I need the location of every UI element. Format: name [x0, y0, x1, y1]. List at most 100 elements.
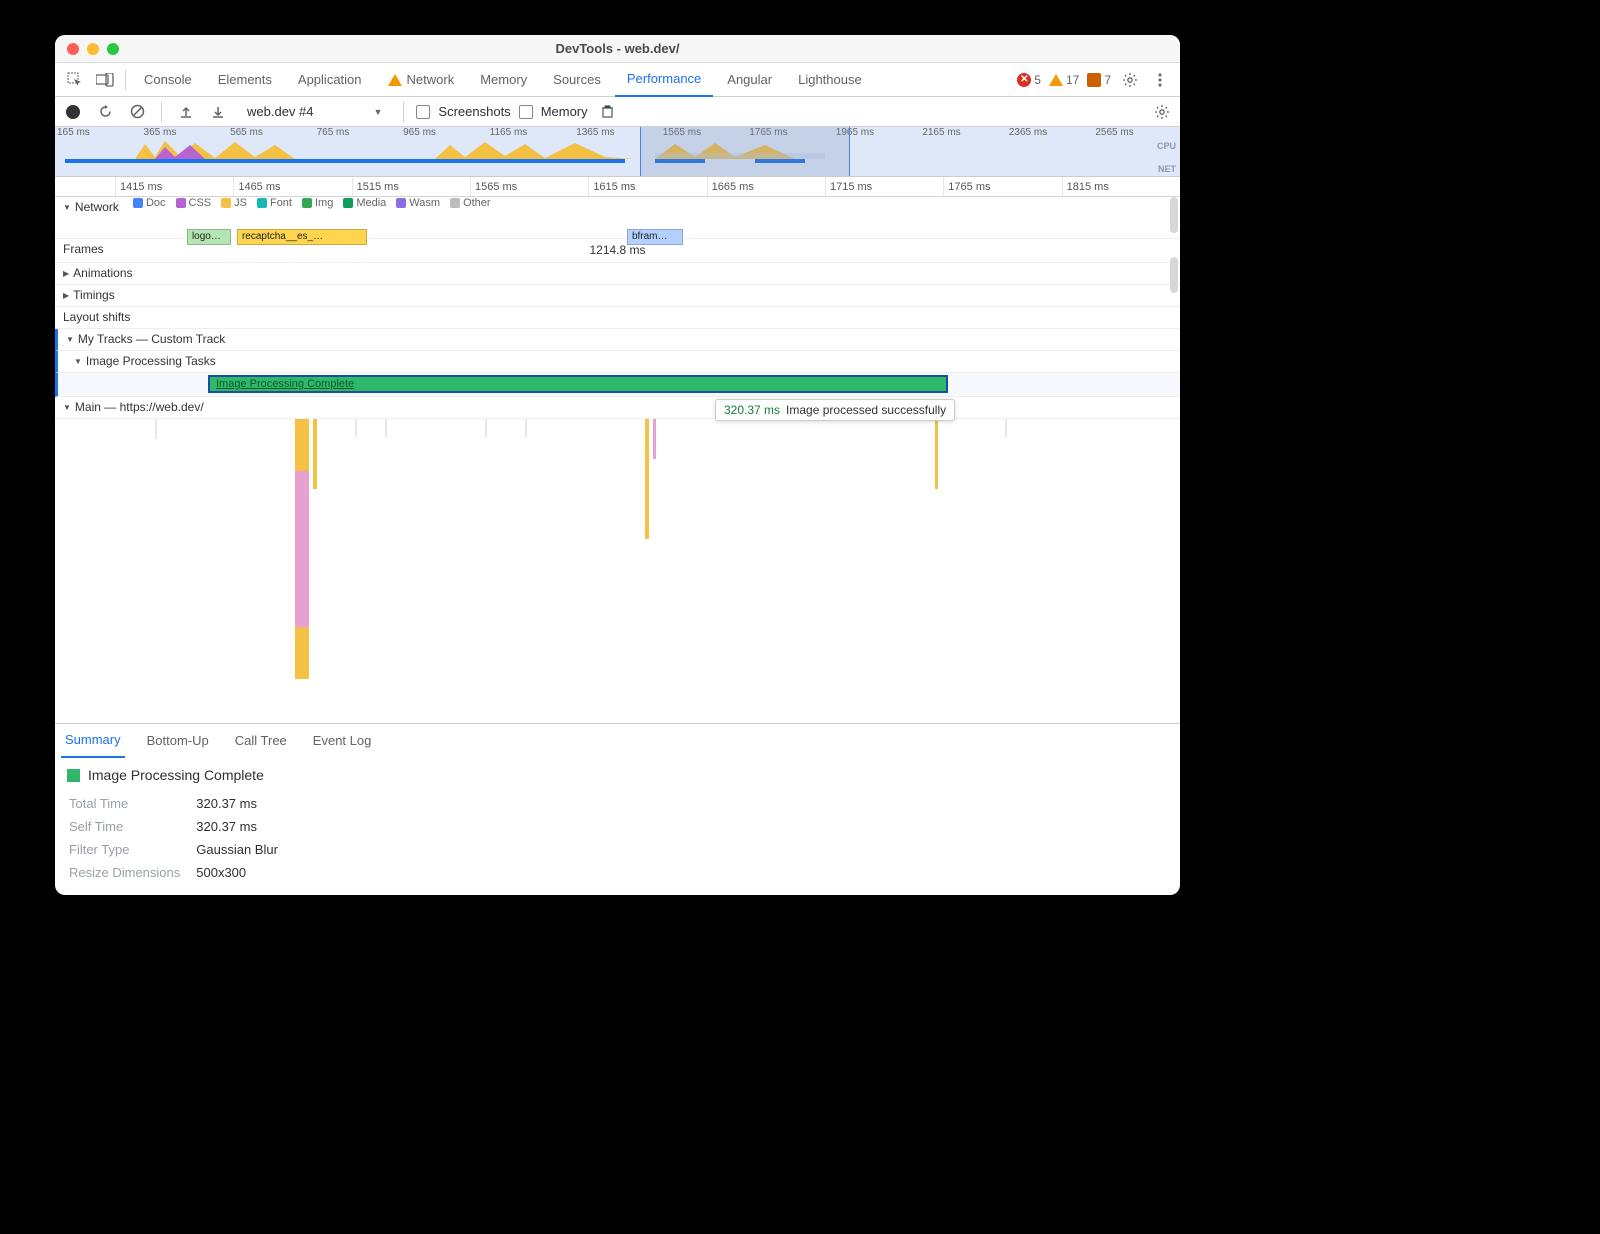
perf-toolbar: web.dev #4▼ Screenshots Memory	[55, 97, 1180, 127]
tab-calltree[interactable]: Call Tree	[231, 724, 291, 758]
track-name: Timings	[73, 288, 115, 302]
legend-label: Media	[356, 197, 386, 209]
layout-shifts-track[interactable]: Layout shifts	[55, 307, 1180, 329]
profile-select[interactable]: web.dev #4▼	[238, 103, 391, 120]
summary-value: 320.37 ms	[196, 816, 292, 837]
tick: 2565 ms	[1093, 127, 1180, 138]
legend-label: Other	[463, 197, 491, 209]
overview-selection[interactable]	[640, 127, 850, 176]
main-track[interactable]: ▼Main — https://web.dev/ 320.37 ms Image…	[55, 397, 1180, 419]
memory-checkbox[interactable]	[519, 105, 533, 119]
clear-button[interactable]	[125, 100, 149, 124]
legend-label: JS	[234, 197, 247, 209]
network-track[interactable]: ▼ Network Doc CSS JS Font Img Media Wasm …	[55, 197, 1180, 239]
panel-tabbar: Console Elements Application Network Mem…	[55, 63, 1180, 97]
flag-icon	[1087, 73, 1101, 87]
ruler-tick: 1765 ms	[943, 177, 1061, 196]
main-flame-chart[interactable]	[55, 419, 1180, 723]
tab-label: Console	[144, 72, 192, 87]
download-icon[interactable]	[206, 100, 230, 124]
scrollbar[interactable]	[1170, 257, 1178, 293]
upload-icon[interactable]	[174, 100, 198, 124]
image-processing-track[interactable]: ▼ Image Processing Tasks	[55, 351, 1180, 373]
tab-memory[interactable]: Memory	[468, 63, 539, 97]
error-count[interactable]: ✕5	[1014, 73, 1044, 87]
frames-track[interactable]: Frames 1214.8 ms	[55, 239, 1180, 263]
error-icon: ✕	[1017, 73, 1031, 87]
details-tabs: Summary Bottom-Up Call Tree Event Log	[55, 723, 1180, 757]
tick: 765 ms	[315, 127, 402, 138]
tab-performance[interactable]: Performance	[615, 63, 713, 97]
gc-icon[interactable]	[596, 100, 620, 124]
tab-label: Network	[407, 72, 455, 87]
inspect-icon[interactable]	[61, 66, 89, 94]
tab-elements[interactable]: Elements	[206, 63, 284, 97]
ruler-tick: 1515 ms	[352, 177, 470, 196]
tab-sources[interactable]: Sources	[541, 63, 613, 97]
profile-name: web.dev #4	[247, 104, 314, 119]
tick: 2365 ms	[1007, 127, 1094, 138]
tab-lighthouse[interactable]: Lighthouse	[786, 63, 874, 97]
legend-label: Doc	[146, 197, 166, 209]
tab-label: Angular	[727, 72, 772, 87]
tick: 2165 ms	[920, 127, 1007, 138]
tick: 565 ms	[228, 127, 315, 138]
activity-mountain	[435, 139, 645, 159]
screenshots-checkbox[interactable]	[416, 105, 430, 119]
issue-count[interactable]: 7	[1084, 73, 1114, 87]
tab-application[interactable]: Application	[286, 63, 374, 97]
track-name: Network	[75, 200, 119, 214]
track-name: Image Processing Tasks	[86, 354, 216, 368]
timings-track[interactable]: ▶ Timings	[55, 285, 1180, 307]
warning-count[interactable]: 17	[1046, 73, 1082, 87]
ruler-tick: 1665 ms	[707, 177, 825, 196]
legend-swatch	[257, 198, 267, 208]
more-icon[interactable]	[1146, 66, 1174, 94]
track-name: Main — https://web.dev/	[75, 400, 204, 414]
memory-label: Memory	[541, 104, 588, 119]
disclosure-icon[interactable]: ▶	[63, 269, 69, 278]
overview-timeline[interactable]: 165 ms 365 ms 565 ms 765 ms 965 ms 1165 …	[55, 127, 1180, 177]
track-name: Animations	[73, 266, 132, 280]
disclosure-icon[interactable]: ▼	[63, 403, 71, 412]
tab-label: Event Log	[313, 733, 372, 748]
disclosure-icon[interactable]: ▼	[63, 203, 71, 212]
tab-eventlog[interactable]: Event Log	[309, 724, 376, 758]
custom-track-group[interactable]: ▼ My Tracks — Custom Track	[55, 329, 1180, 351]
summary-panel: Image Processing Complete Total Time320.…	[55, 757, 1180, 895]
tab-network[interactable]: Network	[376, 63, 467, 97]
screenshots-label: Screenshots	[438, 104, 510, 119]
settings-icon[interactable]	[1116, 66, 1144, 94]
device-toolbar-icon[interactable]	[91, 66, 119, 94]
tab-label: Elements	[218, 72, 272, 87]
summary-value: 500x300	[196, 862, 292, 883]
divider	[125, 70, 126, 90]
legend-swatch	[176, 198, 186, 208]
legend-label: CSS	[189, 197, 212, 209]
animations-track[interactable]: ▶ Animations	[55, 263, 1180, 285]
custom-task-row: Image Processing Complete	[55, 373, 1180, 397]
devtools-window: DevTools - web.dev/ Console Elements App…	[55, 35, 1180, 895]
disclosure-icon[interactable]: ▶	[63, 291, 69, 300]
disclosure-icon[interactable]: ▼	[74, 357, 82, 366]
tab-label: Lighthouse	[798, 72, 862, 87]
tab-console[interactable]: Console	[132, 63, 204, 97]
record-button[interactable]	[61, 100, 85, 124]
tab-summary[interactable]: Summary	[61, 724, 125, 758]
scrollbar[interactable]	[1170, 197, 1178, 233]
panel-settings-icon[interactable]	[1150, 100, 1174, 124]
track-name: My Tracks — Custom Track	[78, 332, 225, 346]
tab-label: Bottom-Up	[147, 733, 209, 748]
network-legend: Doc CSS JS Font Img Media Wasm Other	[127, 197, 1180, 209]
tick: 165 ms	[55, 127, 142, 138]
tab-bottomup[interactable]: Bottom-Up	[143, 724, 213, 758]
disclosure-icon[interactable]: ▼	[66, 335, 74, 344]
image-processing-bar[interactable]: Image Processing Complete	[208, 375, 948, 393]
reload-record-button[interactable]	[93, 100, 117, 124]
warning-icon	[388, 74, 402, 86]
tab-angular[interactable]: Angular	[715, 63, 784, 97]
ruler-tick: 1465 ms	[233, 177, 351, 196]
tab-label: Call Tree	[235, 733, 287, 748]
color-swatch	[67, 769, 80, 782]
ruler-tick: 1415 ms	[115, 177, 233, 196]
